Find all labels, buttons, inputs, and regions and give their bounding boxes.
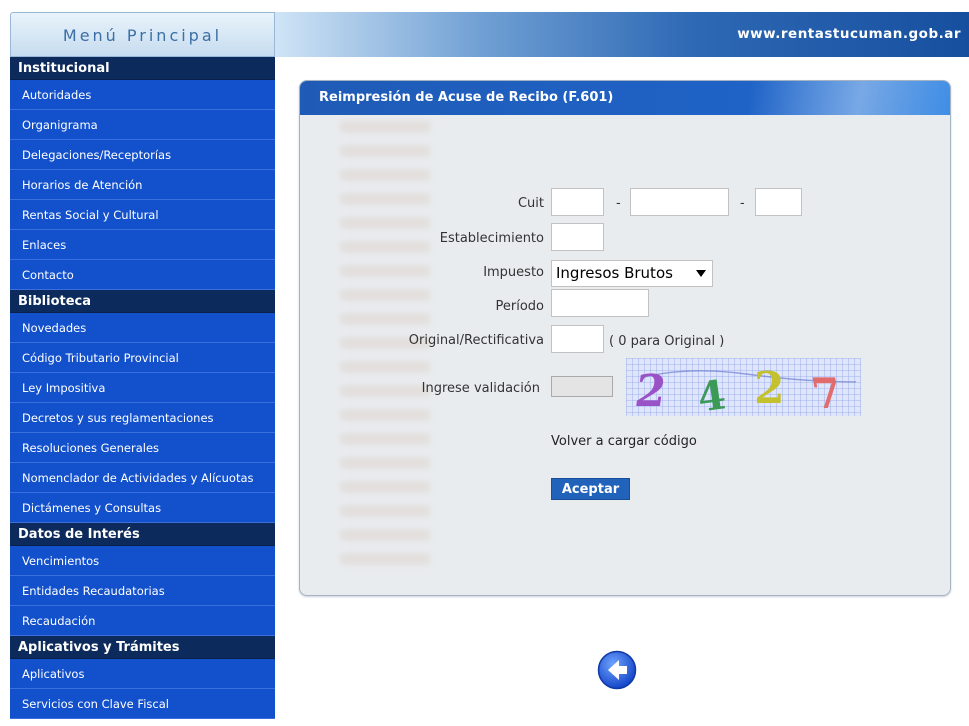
cuit-check-input[interactable] <box>755 188 802 216</box>
cuit-number-input[interactable] <box>630 188 729 216</box>
captcha-image: 2 4 2 7 <box>626 358 861 416</box>
reload-captcha-link[interactable]: Volver a cargar código <box>551 434 697 449</box>
main-menu-sidebar: Menú Principal Institucional Autoridades… <box>10 12 275 726</box>
menu-item-horarios[interactable]: Horarios de Atención <box>10 170 275 200</box>
cuit-label: Cuit <box>517 196 544 211</box>
header-shine <box>750 81 950 115</box>
menu-item-autoridades[interactable]: Autoridades <box>10 80 275 110</box>
section-aplicativos: Aplicativos y Trámites <box>10 636 275 659</box>
menu-item-recaudacion[interactable]: Recaudación <box>10 606 275 636</box>
menu-item-dictamenes[interactable]: Dictámenes y Consultas <box>10 493 275 523</box>
menu-item-organigrama[interactable]: Organigrama <box>10 110 275 140</box>
panel-header: Reimpresión de Acuse de Recibo (F.601) <box>300 81 950 115</box>
original-hint: ( 0 para Original ) <box>609 334 725 349</box>
menu-item-entidades[interactable]: Entidades Recaudatorias <box>10 576 275 606</box>
menu-item-ley-impositiva[interactable]: Ley Impositiva <box>10 373 275 403</box>
top-banner: www.rentastucuman.gob.ar <box>275 12 969 57</box>
original-input[interactable] <box>551 325 604 353</box>
accept-button[interactable]: Aceptar <box>551 478 630 500</box>
impuesto-select[interactable]: Ingresos Brutos <box>551 260 713 287</box>
menu-title: Menú Principal <box>62 26 223 45</box>
menu-header: Menú Principal <box>10 12 275 57</box>
menu-item-novedades[interactable]: Novedades <box>10 313 275 343</box>
menu-item-enlaces[interactable]: Enlaces <box>10 230 275 260</box>
section-datos-interes: Datos de Interés <box>10 523 275 546</box>
panel-title: Reimpresión de Acuse de Recibo (F.601) <box>319 90 614 105</box>
periodo-label: Período <box>495 299 545 314</box>
establecimiento-input[interactable] <box>551 223 604 251</box>
form-panel: Reimpresión de Acuse de Recibo (F.601) C… <box>299 80 951 596</box>
menu-item-resoluciones[interactable]: Resoluciones Generales <box>10 433 275 463</box>
section-institucional: Institucional <box>10 57 275 80</box>
menu-item-codigo-tributario[interactable]: Código Tributario Provincial <box>10 343 275 373</box>
cuit-dash-1: - <box>616 196 621 211</box>
menu-item-contacto[interactable]: Contacto <box>10 260 275 290</box>
validacion-label: Ingrese validación <box>421 381 540 396</box>
back-arrow-icon[interactable] <box>597 650 637 690</box>
cuit-dash-2: - <box>740 196 745 211</box>
menu-item-rentas-social[interactable]: Rentas Social y Cultural <box>10 200 275 230</box>
chevron-down-icon <box>696 270 706 277</box>
establecimiento-label: Establecimiento <box>439 231 544 246</box>
site-url: www.rentastucuman.gob.ar <box>737 26 961 42</box>
impuesto-selected-value: Ingresos Brutos <box>556 264 673 282</box>
original-label: Original/Rectificativa <box>408 333 544 348</box>
periodo-input[interactable] <box>551 289 649 317</box>
menu-item-decretos[interactable]: Decretos y sus reglamentaciones <box>10 403 275 433</box>
menu-item-servicios-clave[interactable]: Servicios con Clave Fiscal <box>10 689 275 719</box>
menu-item-vencimientos[interactable]: Vencimientos <box>10 546 275 576</box>
menu-item-nomenclador[interactable]: Nomenclador de Actividades y Alícuotas <box>10 463 275 493</box>
menu-item-aplicativos[interactable]: Aplicativos <box>10 659 275 689</box>
section-biblioteca: Biblioteca <box>10 290 275 313</box>
cuit-prefix-input[interactable] <box>551 188 604 216</box>
captcha-char-3: 2 <box>754 363 785 414</box>
menu-item-delegaciones[interactable]: Delegaciones/Receptorías <box>10 140 275 170</box>
impuesto-label: Impuesto <box>483 265 544 280</box>
captcha-input[interactable] <box>551 376 613 397</box>
